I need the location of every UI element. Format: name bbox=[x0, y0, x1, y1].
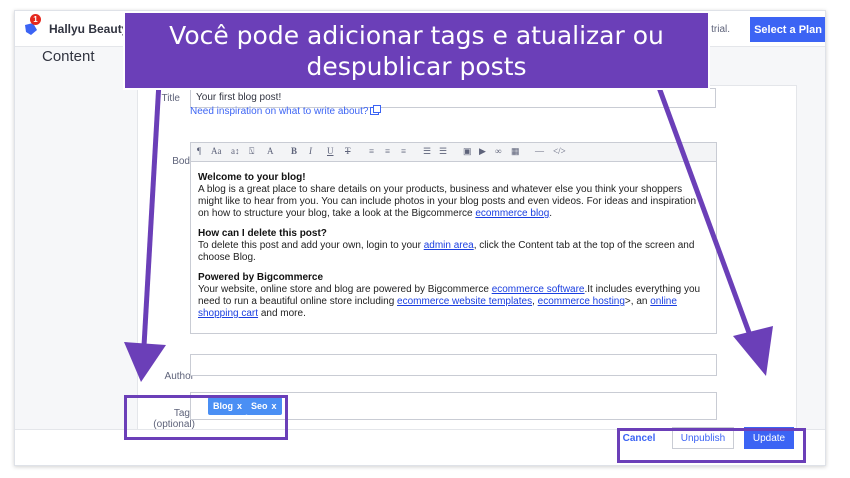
arrow-to-tags bbox=[141, 81, 162, 347]
arrow-to-buttons-head bbox=[733, 326, 773, 376]
arrow-to-tags-head bbox=[124, 342, 166, 382]
banner-line-1: Você pode adicionar tags e atualizar ou bbox=[169, 21, 664, 50]
banner-line-2: despublicar posts bbox=[306, 52, 527, 81]
annotation-banner: Você pode adicionar tags e atualizar ou … bbox=[123, 11, 710, 90]
arrow-to-buttons bbox=[654, 81, 754, 339]
